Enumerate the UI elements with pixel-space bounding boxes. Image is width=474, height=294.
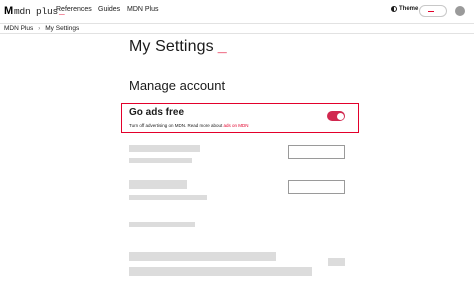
skeleton-line [129,252,276,261]
user-avatar-icon[interactable] [455,6,465,16]
section-title-manage-account: Manage account [129,78,226,93]
breadcrumb-divider [0,33,474,34]
top-navigation-bar: M mdn plus _ References Guides MDN Plus … [0,0,474,23]
skeleton-line [129,180,187,189]
skeleton-line [129,145,200,152]
title-underscore: _ [217,38,227,55]
nav-guides[interactable]: Guides [98,6,120,13]
theme-label: Theme [399,6,419,12]
ads-free-title: Go ads free [129,107,185,118]
breadcrumb-separator-icon: › [38,25,41,32]
logo-text: mdn plus [13,5,58,17]
ads-free-card: Go ads free Turn off advertising on MDN.… [121,103,359,133]
ads-free-toggle[interactable] [327,111,345,121]
ads-free-description-text: Turn off advertising on MDN. Read more a… [129,123,224,128]
search-cursor-icon [428,11,434,13]
skeleton-input [288,180,345,194]
page-title: My Settings _ [129,38,227,56]
breadcrumb-my-settings[interactable]: My Settings [45,25,79,32]
ads-free-description: Turn off advertising on MDN. Read more a… [129,123,249,128]
skeleton-input [288,145,345,159]
nav-references[interactable]: References [56,6,92,13]
skeleton-line [129,222,195,227]
breadcrumb: MDN Plus › My Settings [4,25,79,32]
nav-mdn-plus[interactable]: MDN Plus [127,6,159,13]
toggle-knob [336,112,344,120]
skeleton-line [129,267,312,276]
skeleton-line [129,158,192,163]
header-divider [0,23,474,24]
skeleton-line [129,195,207,200]
half-circle-icon [391,6,397,12]
skeleton-button [328,258,345,266]
search-input[interactable] [419,5,447,17]
mdn-logo-mark: M [4,5,13,17]
ads-on-mdn-link[interactable]: ads on MDN [224,123,249,128]
page-title-text: My Settings [129,38,214,55]
theme-switcher-button[interactable]: Theme [391,6,418,12]
breadcrumb-mdn-plus[interactable]: MDN Plus [4,25,33,32]
